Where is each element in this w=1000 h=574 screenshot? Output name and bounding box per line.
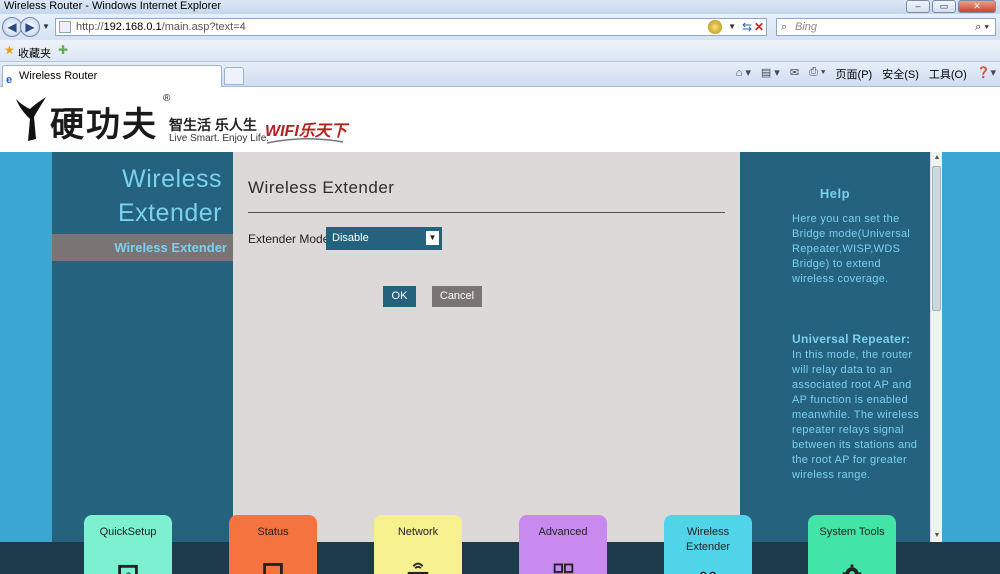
maximize-button[interactable]: ▭ [932, 0, 956, 13]
url-prefix: http:// [76, 21, 104, 33]
menu-tile-advanced[interactable]: Advanced [519, 515, 607, 574]
help-sub-title: Universal Repeater [792, 332, 907, 346]
menu-tile-label: Network [397, 526, 439, 538]
menu-tile-wireless-extender[interactable]: Wireless Extender [664, 515, 752, 574]
cancel-button[interactable]: Cancel [432, 286, 482, 307]
help-icon[interactable]: ❓▾ [977, 66, 996, 82]
menu-tile-label: QuickSetup [99, 526, 157, 538]
menu-tile-system-tools[interactable]: System Tools [808, 515, 896, 574]
page-viewport: 硬功夫 ® 智生活 乐人生 Live Smart. Enjoy Life. WI… [0, 87, 1000, 574]
menu-tile-network[interactable]: Network [374, 515, 462, 574]
menu-tile-label: Status [257, 526, 289, 538]
close-window-button[interactable]: ✕ [958, 0, 996, 13]
sidebar-item-wireless-extender[interactable]: Wireless Extender [52, 234, 233, 261]
ok-button[interactable]: OK [383, 286, 416, 307]
sidebar: Wireless Extender Wireless Extender [52, 152, 233, 572]
refresh-icon[interactable]: ⇆ [742, 19, 752, 35]
favorites-bar: ★ 收藏夹 ✚ [0, 40, 1000, 62]
new-tab-button[interactable] [224, 67, 244, 85]
url-host: 192.168.0.1 [103, 21, 162, 33]
search-go-icon[interactable]: ⌕ ▾ [975, 19, 989, 35]
menu-tile-label: System Tools [819, 526, 885, 538]
vertical-scrollbar[interactable]: ▲ ▼ [930, 152, 942, 542]
sidebar-title-line1: Wireless [122, 165, 222, 193]
system-tools-icon [842, 564, 862, 574]
address-dropdown-icon[interactable]: ▼ [728, 19, 736, 35]
safety-menu[interactable]: 安全(S) [882, 66, 919, 82]
extender-mode-select[interactable]: Disable ▼ [326, 227, 442, 250]
registered-mark: ® [163, 93, 171, 104]
advanced-icon [553, 563, 574, 574]
address-input[interactable]: http://192.168.0.1/main.asp?text=4 ▼ ⇆ ✕ [55, 18, 767, 36]
left-margin-band [0, 152, 52, 572]
brand-slogan-en: Live Smart. Enjoy Life. [169, 133, 270, 144]
help-title: Help [819, 186, 851, 201]
scroll-up-icon[interactable]: ▲ [932, 152, 942, 164]
quicksetup-icon: e [118, 564, 138, 574]
compatibility-icon[interactable] [708, 20, 722, 34]
forward-icon[interactable]: ▶ [20, 17, 40, 37]
network-icon [407, 562, 429, 574]
tab-title: Wireless Router [19, 70, 98, 82]
menu-tile-status[interactable]: Status [229, 515, 317, 574]
add-favorite-icon[interactable]: ✚ [58, 43, 68, 57]
extender-mode-value: Disable [332, 232, 369, 244]
page-menu[interactable]: 页面(P) [836, 66, 873, 82]
search-icon: ⌕ [781, 21, 788, 33]
brand-slogan-cn: 智生活 乐人生 [169, 117, 257, 133]
window-titlebar: Wireless Router - Windows Internet Explo… [0, 0, 1000, 14]
favorites-star-icon[interactable]: ★ [4, 43, 15, 57]
history-dropdown-icon[interactable]: ▼ [42, 22, 50, 31]
url-path: /main.asp?text=4 [161, 21, 246, 33]
search-placeholder: Bing [795, 21, 818, 33]
sidebar-section-title: Wireless Extender [52, 162, 222, 230]
brand-name: 硬功夫 [50, 105, 158, 145]
extender-mode-label: Extender Mode [248, 232, 330, 246]
tab-row: e Wireless Router ⌂ ▾ ▤ ▾ ✉ ⎙ ▾ 页面(P) 安全… [0, 62, 1000, 87]
help-intro: Here you can set the Bridge mode(Univers… [792, 213, 911, 285]
print-icon[interactable]: ⎙ ▾ [809, 66, 825, 82]
menu-tile-quicksetup[interactable]: QuickSetup e [84, 515, 172, 574]
title-divider [248, 212, 725, 213]
sidebar-title-line2: Extender [117, 199, 222, 227]
kungfu-logo-icon [16, 97, 46, 141]
menu-tile-label: Wireless Extender [685, 526, 731, 553]
swoosh-icon [266, 137, 344, 144]
command-bar: ⌂ ▾ ▤ ▾ ✉ ⎙ ▾ 页面(P) 安全(S) 工具(O) ❓▾ [736, 66, 996, 82]
status-icon [263, 563, 283, 574]
minimize-button[interactable]: – [906, 0, 930, 13]
back-icon[interactable]: ◀ [2, 17, 22, 37]
feeds-icon[interactable]: ▤ ▾ [761, 66, 780, 82]
scroll-thumb[interactable] [932, 166, 941, 311]
window-title: Wireless Router - Windows Internet Explo… [4, 0, 222, 12]
mail-icon[interactable]: ✉ [790, 66, 799, 82]
address-toolbar: ◀ ▶ ▼ http://192.168.0.1/main.asp?text=4… [0, 14, 1000, 40]
main-content: Wireless Extender Extender Mode Disable … [233, 152, 740, 572]
help-panel: Help Here you can set the Bridge mode(Un… [740, 152, 930, 572]
right-margin-band [940, 152, 1000, 572]
help-sub-text: In this mode, the router will relay data… [792, 349, 920, 481]
favorites-button[interactable]: 收藏夹 [18, 45, 51, 61]
menu-tile-label: Advanced [538, 526, 588, 538]
home-icon[interactable]: ⌂ ▾ [736, 66, 751, 82]
page-icon [59, 21, 71, 33]
tools-menu[interactable]: 工具(O) [929, 66, 967, 82]
help-universal-repeater: Universal Repeater: In this mode, the ro… [792, 332, 920, 481]
svg-text:e: e [125, 569, 131, 574]
page-title: Wireless Extender [248, 178, 395, 197]
chevron-down-icon[interactable]: ▼ [426, 231, 439, 245]
scroll-down-icon[interactable]: ▼ [932, 530, 942, 542]
search-input[interactable]: ⌕ Bing ⌕ ▾ [776, 18, 996, 36]
brand-header: 硬功夫 ® 智生活 乐人生 Live Smart. Enjoy Life. WI… [0, 87, 930, 152]
wireless-extender-icon [699, 571, 717, 574]
tab-wireless-router[interactable]: e Wireless Router [2, 65, 222, 87]
stop-icon[interactable]: ✕ [754, 19, 764, 35]
